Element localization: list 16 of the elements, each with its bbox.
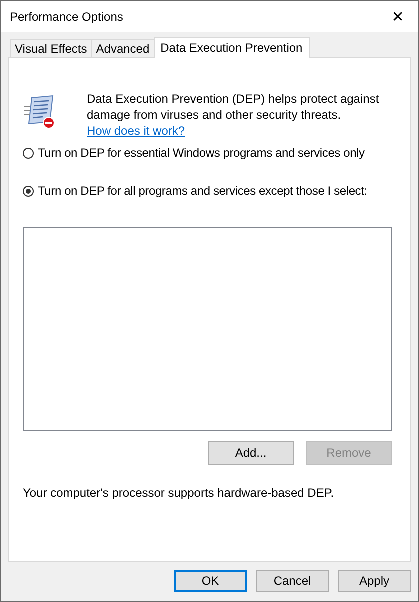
dialog-button[interactable]: OK xyxy=(174,570,247,592)
close-button[interactable]: ✕ xyxy=(378,1,418,32)
status-text: Your computer's processor supports hardware-based DEP. xyxy=(23,486,336,500)
dialog-button[interactable]: Cancel xyxy=(256,570,329,592)
radio-button[interactable] xyxy=(23,186,34,196)
help-link[interactable]: How does it work? xyxy=(87,124,186,138)
radio-label[interactable]: Turn on DEP for all programs and services except those I select: xyxy=(38,184,368,198)
tab[interactable]: Visual Effects xyxy=(10,39,92,57)
document-icon xyxy=(23,95,57,129)
tab[interactable]: Data Execution Prevention xyxy=(154,37,310,58)
dialog-button[interactable]: Apply xyxy=(338,570,411,592)
radio-label[interactable]: Turn on DEP for essential Windows programs and services only xyxy=(38,146,365,160)
radio-button[interactable] xyxy=(23,148,34,158)
list-button[interactable]: Add... xyxy=(208,441,294,465)
description-text: Data Execution Prevention (DEP) helps protect against damage from viruses and other security threats. How does it work? xyxy=(87,91,380,139)
window-title: Performance Options xyxy=(10,10,124,24)
